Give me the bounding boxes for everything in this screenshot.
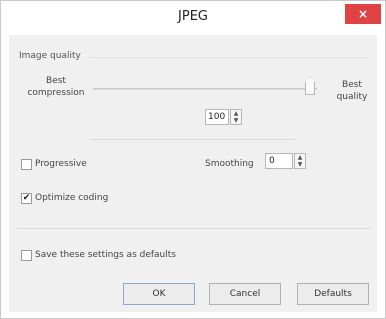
jpeg-dialog: JPEG × Image quality Best compression Be… — [0, 0, 386, 319]
quality-spinner[interactable]: ▲ ▼ — [230, 109, 242, 125]
dialog-body: Image quality Best compression Best qual… — [9, 35, 377, 312]
progressive-checkbox[interactable] — [21, 159, 32, 170]
ok-button[interactable]: OK — [123, 283, 195, 305]
image-quality-label: Image quality — [19, 51, 81, 61]
smoothing-label: Smoothing — [205, 159, 254, 169]
spinner-down-icon[interactable]: ▼ — [295, 161, 305, 168]
best-quality-label: Best quality — [336, 80, 368, 102]
progressive-label: Progressive — [35, 159, 87, 169]
spinner-up-icon[interactable]: ▲ — [231, 110, 241, 117]
smoothing-spinner[interactable]: ▲ ▼ — [294, 153, 306, 169]
options-separator — [91, 139, 295, 140]
dialog-title: JPEG — [178, 9, 208, 24]
save-defaults-checkbox[interactable] — [21, 250, 32, 261]
footer-divider — [17, 228, 371, 229]
smoothing-value-input[interactable]: 0 — [265, 153, 293, 169]
spinner-down-icon[interactable]: ▼ — [231, 117, 241, 124]
cancel-button[interactable]: Cancel — [209, 283, 281, 305]
defaults-button[interactable]: Defaults — [297, 283, 369, 305]
spinner-up-icon[interactable]: ▲ — [295, 154, 305, 161]
save-defaults-label: Save these settings as defaults — [35, 250, 176, 260]
quality-slider-thumb[interactable] — [305, 77, 315, 95]
quality-value-input[interactable]: 100 — [205, 109, 229, 125]
group-divider — [89, 57, 371, 58]
optimize-coding-checkbox[interactable]: ✔ — [21, 193, 32, 204]
close-button[interactable]: × — [345, 4, 381, 24]
best-compression-label: Best compression — [27, 76, 85, 98]
title-bar: JPEG × — [1, 1, 385, 35]
quality-slider-track[interactable] — [93, 88, 317, 90]
optimize-coding-label: Optimize coding — [35, 193, 109, 203]
